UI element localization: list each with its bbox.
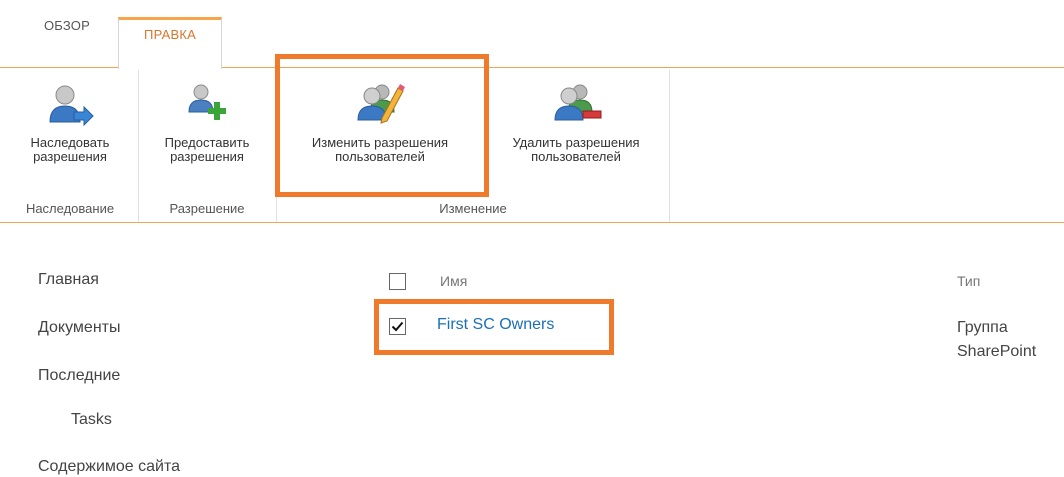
nav-item-site-contents[interactable]: Содержимое сайта xyxy=(38,458,180,476)
nav-item-recent[interactable]: Последние xyxy=(38,367,120,385)
group-label-inheritance: Наследование xyxy=(25,201,115,216)
group-separator xyxy=(138,70,139,222)
inherit-permissions-button[interactable]: Наследовать разрешения xyxy=(10,78,130,164)
edit-permissions-highlight xyxy=(275,54,489,197)
column-header-type[interactable]: Тип xyxy=(957,273,980,289)
row-type: Группа SharePoint xyxy=(957,319,1037,360)
ribbon-divider xyxy=(0,222,1064,223)
grant-permissions-button[interactable]: Предоставить разрешения xyxy=(145,78,269,164)
row-highlight xyxy=(374,299,614,355)
group-separator xyxy=(669,70,670,222)
nav-item-home[interactable]: Главная xyxy=(38,271,99,289)
nav-item-tasks[interactable]: Tasks xyxy=(71,411,112,429)
nav-item-documents[interactable]: Документы xyxy=(38,319,120,337)
user-add-icon xyxy=(188,84,226,120)
tab-overview[interactable]: ОБЗОР xyxy=(28,0,106,52)
users-remove-icon xyxy=(554,84,602,121)
group-label-change: Изменение xyxy=(439,201,507,216)
users-inherit-icon xyxy=(49,85,94,127)
tab-edit[interactable]: ПРАВКА xyxy=(118,17,222,69)
inherit-permissions-label: Наследовать разрешения xyxy=(30,135,110,164)
remove-user-permissions-button[interactable]: Удалить разрешения пользователей xyxy=(488,78,664,164)
group-label-permission: Разрешение xyxy=(169,201,245,216)
select-all-checkbox[interactable] xyxy=(389,273,406,290)
column-header-name[interactable]: Имя xyxy=(440,273,467,289)
grant-permissions-label: Предоставить разрешения xyxy=(164,135,250,164)
remove-user-permissions-label: Удалить разрешения пользователей xyxy=(512,135,640,164)
